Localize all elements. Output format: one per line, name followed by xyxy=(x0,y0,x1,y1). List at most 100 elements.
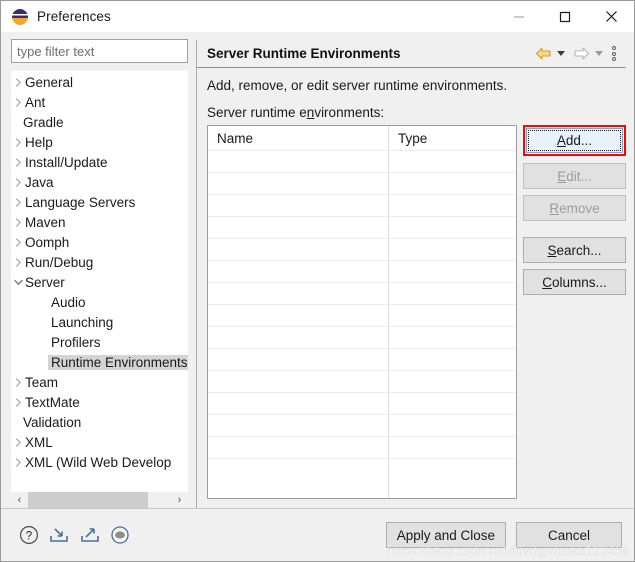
sidebar-item-textmate[interactable]: TextMate xyxy=(11,392,188,412)
table-button-column: Add... Edit... Remove Search... Columns.… xyxy=(523,125,626,499)
sidebar-item-maven[interactable]: Maven xyxy=(11,212,188,232)
help-icon[interactable]: ? xyxy=(19,525,39,545)
import-icon[interactable] xyxy=(48,525,70,545)
table-row[interactable] xyxy=(208,238,516,260)
dialog-body: General Ant Gradle Help Install/Update Java La… xyxy=(1,32,634,508)
columns-button[interactable]: Columns... xyxy=(523,269,626,295)
table-row[interactable] xyxy=(208,414,516,436)
columns-button-label: Columns... xyxy=(542,275,607,290)
add-button[interactable]: Add... xyxy=(526,128,623,153)
add-mnemonic: A xyxy=(556,133,566,148)
eclipse-icon xyxy=(12,8,28,25)
page-header: Server Runtime Environments xyxy=(197,40,626,68)
sidebar-item-xml-wild-web-develop[interactable]: XML (Wild Web Develop xyxy=(11,452,188,472)
table-row[interactable] xyxy=(208,172,516,194)
sidebar-item-label: Profilers xyxy=(51,334,101,350)
table-label-part2: vironments: xyxy=(314,105,385,120)
search-button[interactable]: Search... xyxy=(523,237,626,263)
sidebar-item-label: XML (Wild Web Develop xyxy=(25,454,172,470)
sidebar-item-label: Server xyxy=(25,274,65,290)
sidebar-item-label: Runtime Environments xyxy=(48,354,188,370)
sidebar-item-general[interactable]: General xyxy=(11,72,188,92)
sidebar-item-gradle[interactable]: Gradle xyxy=(11,112,188,132)
sidebar-item-label: Help xyxy=(25,134,53,150)
table-row[interactable] xyxy=(208,282,516,304)
sidebar-item-label: TextMate xyxy=(25,394,80,410)
table-header-row: Name Type xyxy=(208,126,516,150)
sidebar-item-label: Ant xyxy=(25,94,46,110)
table-row[interactable] xyxy=(208,458,516,480)
window-controls xyxy=(496,1,634,32)
table-row[interactable] xyxy=(208,348,516,370)
columns-rest: olumns... xyxy=(551,274,607,290)
table-row[interactable] xyxy=(208,260,516,282)
sidebar-item-validation[interactable]: Validation xyxy=(11,412,188,432)
runtime-environments-table[interactable]: Name Type xyxy=(207,125,517,499)
table-rows xyxy=(208,150,516,480)
tree-horizontal-scrollbar[interactable]: ‹ › xyxy=(11,491,188,508)
sidebar-item-install-update[interactable]: Install/Update xyxy=(11,152,188,172)
column-header-name[interactable]: Name xyxy=(208,126,388,150)
edit-rest: dit... xyxy=(566,168,592,184)
edit-button-label: Edit... xyxy=(557,169,592,184)
table-row[interactable] xyxy=(208,194,516,216)
footer-icon-group: ? xyxy=(19,525,130,545)
sidebar-item-java[interactable]: Java xyxy=(11,172,188,192)
sidebar-item-help[interactable]: Help xyxy=(11,132,188,152)
sidebar-item-launching[interactable]: Launching xyxy=(11,312,188,332)
svg-text:?: ? xyxy=(26,531,32,543)
sidebar-item-profilers[interactable]: Profilers xyxy=(11,332,188,352)
scrollbar-thumb[interactable] xyxy=(28,492,148,508)
table-row[interactable] xyxy=(208,150,516,172)
sidebar-item-audio[interactable]: Audio xyxy=(11,292,188,312)
sidebar-item-label: Validation xyxy=(23,414,82,430)
sidebar-item-label: XML xyxy=(25,434,53,450)
preferences-dialog: Preferences General Ant Gradle Help Install/… xyxy=(0,0,635,562)
sidebar-item-ant[interactable]: Ant xyxy=(11,92,188,112)
table-row[interactable] xyxy=(208,370,516,392)
table-row[interactable] xyxy=(208,392,516,414)
forward-dropdown-icon xyxy=(595,51,603,56)
sidebar-item-oomph[interactable]: Oomph xyxy=(11,232,188,252)
sidebar-item-label: Audio xyxy=(51,294,86,310)
export-icon[interactable] xyxy=(79,525,101,545)
minimize-button[interactable] xyxy=(496,1,542,32)
restore-defaults-icon[interactable] xyxy=(110,525,130,545)
remove-rest: emove xyxy=(559,200,600,216)
maximize-button[interactable] xyxy=(542,1,588,32)
page-title: Server Runtime Environments xyxy=(207,46,401,61)
table-row[interactable] xyxy=(208,436,516,458)
preference-tree[interactable]: General Ant Gradle Help Install/Update Java La… xyxy=(11,71,188,491)
sidebar-item-xml[interactable]: XML xyxy=(11,432,188,452)
column-header-type[interactable]: Type xyxy=(388,126,516,150)
scrollbar-track[interactable] xyxy=(148,492,171,508)
sidebar-item-label: Launching xyxy=(51,314,114,330)
back-dropdown-icon[interactable] xyxy=(557,51,565,56)
back-arrow-icon[interactable] xyxy=(535,47,552,60)
close-button[interactable] xyxy=(588,1,634,32)
sidebar-item-label: Team xyxy=(25,374,59,390)
sidebar-item-team[interactable]: Team xyxy=(11,372,188,392)
add-button-label: Add... xyxy=(557,133,592,148)
page-header-tools xyxy=(535,46,618,61)
add-rest: dd... xyxy=(565,133,593,148)
table-label: Server runtime environments: xyxy=(207,105,626,120)
sidebar-item-label: Gradle xyxy=(23,114,64,130)
sidebar-item-language-servers[interactable]: Language Servers xyxy=(11,192,188,212)
search-button-label: Search... xyxy=(547,243,601,258)
scroll-left-icon[interactable]: ‹ xyxy=(11,492,28,508)
sidebar-item-run-debug[interactable]: Run/Debug xyxy=(11,252,188,272)
table-row[interactable] xyxy=(208,326,516,348)
sidebar-item-server[interactable]: Server xyxy=(11,272,188,292)
table-row[interactable] xyxy=(208,216,516,238)
sidebar-item-label: General xyxy=(25,74,74,90)
sidebar-item-label: Language Servers xyxy=(25,194,136,210)
scroll-right-icon[interactable]: › xyxy=(171,492,188,508)
filter-input[interactable] xyxy=(11,39,188,63)
table-label-part1: Server runtime e xyxy=(207,105,307,120)
add-button-wrapper: Add... xyxy=(523,125,626,156)
table-row[interactable] xyxy=(208,304,516,326)
sidebar-item-runtime-environments[interactable]: Runtime Environments xyxy=(11,352,188,372)
view-menu-icon[interactable] xyxy=(612,46,616,61)
sidebar-item-label: Run/Debug xyxy=(25,254,94,270)
